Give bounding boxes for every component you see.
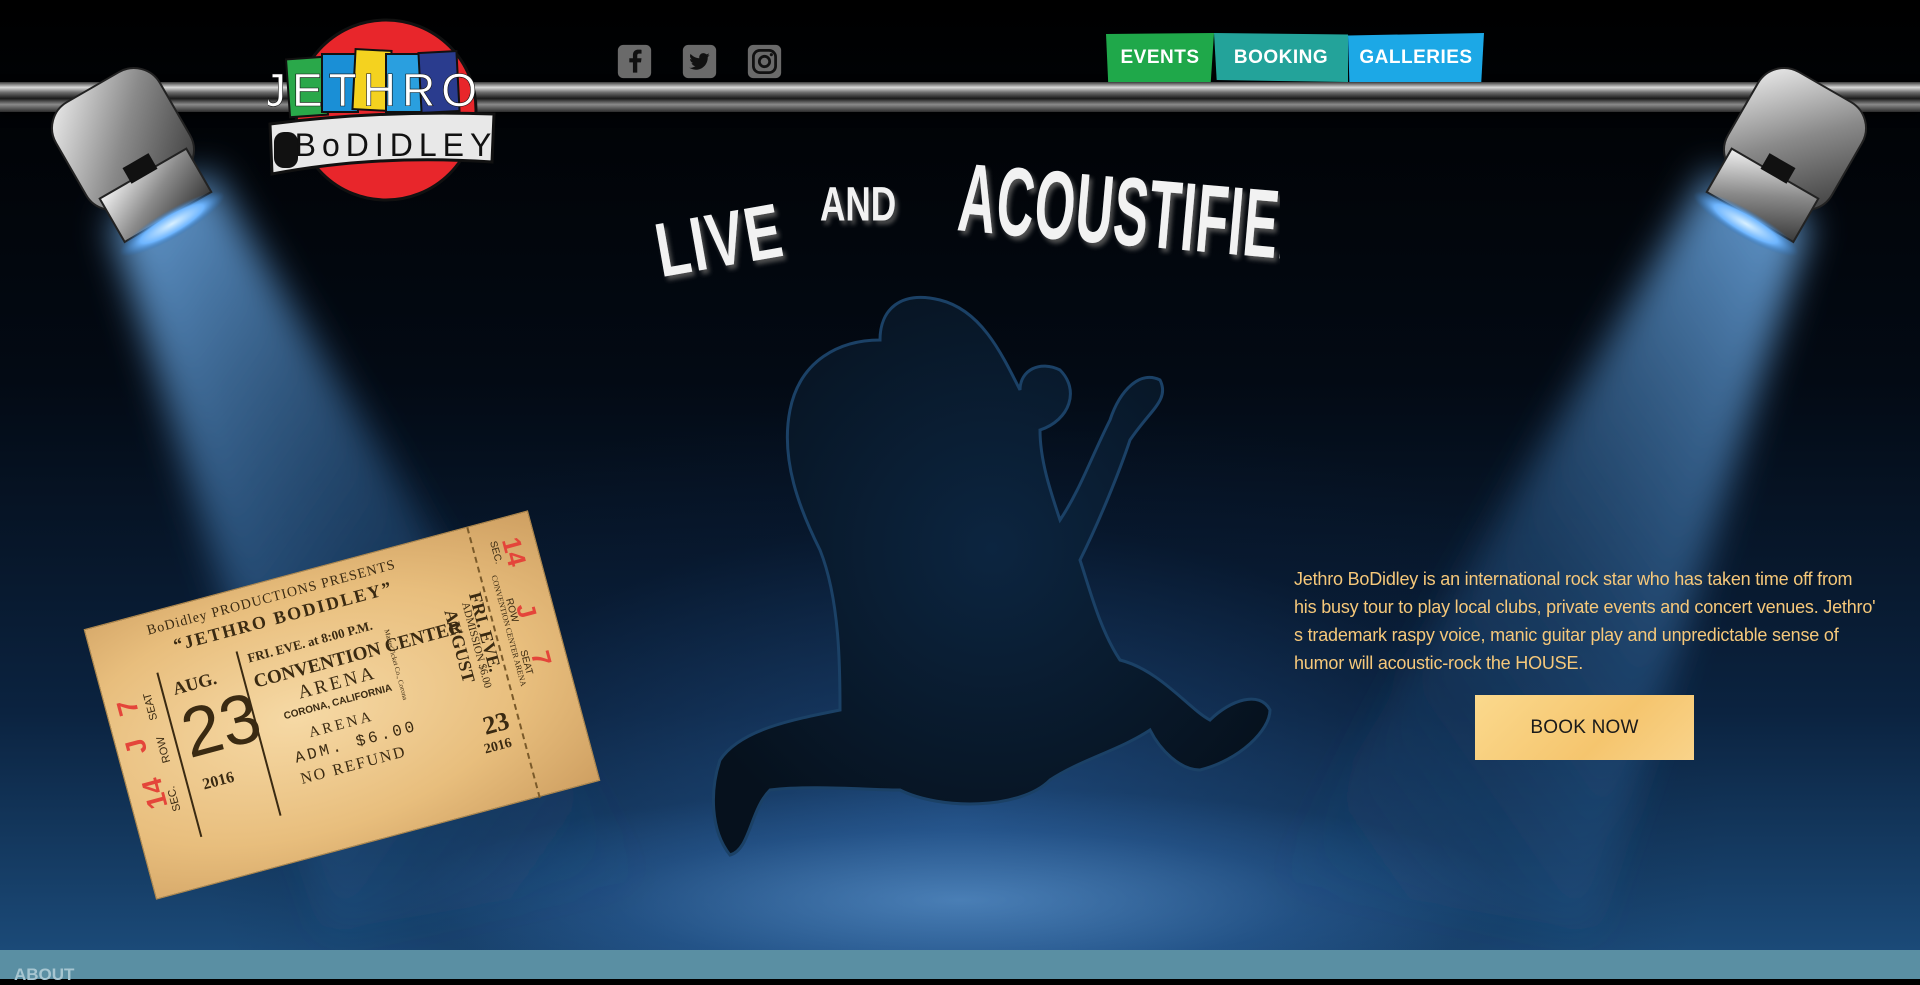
ticket-day: 23 (173, 677, 269, 773)
hero-stage: JETHRO BoDIDLEY EVENTS BOOKING GALLERIES (0, 0, 1920, 950)
nav-events[interactable]: EVENTS (1106, 33, 1214, 82)
ticket-row-label: ROW (154, 735, 174, 765)
twitter-icon[interactable] (681, 43, 718, 80)
ticket-year: 2016 (200, 768, 237, 794)
logo-line2: BoDIDLEY (295, 127, 498, 163)
about-section-bar: ABOUT (0, 950, 1920, 984)
ticket-seat-no: 7 (110, 696, 145, 720)
main-nav: EVENTS BOOKING GALLERIES (1106, 33, 1484, 82)
headline-word-acoustified: ACOUSTIFIED! (954, 150, 1280, 284)
book-now-button[interactable]: BOOK NOW (1475, 695, 1694, 760)
stage-lamp-left (51, 67, 225, 257)
headline-word-and: AND (820, 177, 896, 231)
nav-booking[interactable]: BOOKING (1214, 33, 1348, 82)
headline-word-live: LIVE (649, 188, 790, 294)
social-links (616, 43, 783, 83)
about-heading: ABOUT (14, 965, 75, 984)
ticket-seat-label: SEAT (141, 691, 161, 722)
hero-headline: LIVE AND ACOUSTIFIED! (649, 150, 1280, 294)
logo-line1: JETHRO (268, 64, 483, 116)
instagram-icon[interactable] (746, 43, 783, 80)
ticket-row-no: J (119, 735, 154, 759)
site-logo[interactable]: JETHRO BoDIDLEY (268, 14, 498, 204)
stage-lamp-right (1693, 67, 1867, 257)
intro-paragraph: Jethro BoDidley is an international rock… (1294, 569, 1876, 673)
nav-galleries[interactable]: GALLERIES (1348, 33, 1484, 82)
guitarist-silhouette (712, 295, 1272, 857)
facebook-icon[interactable] (616, 43, 653, 80)
ticket-sec-label: SEC. (165, 784, 184, 813)
